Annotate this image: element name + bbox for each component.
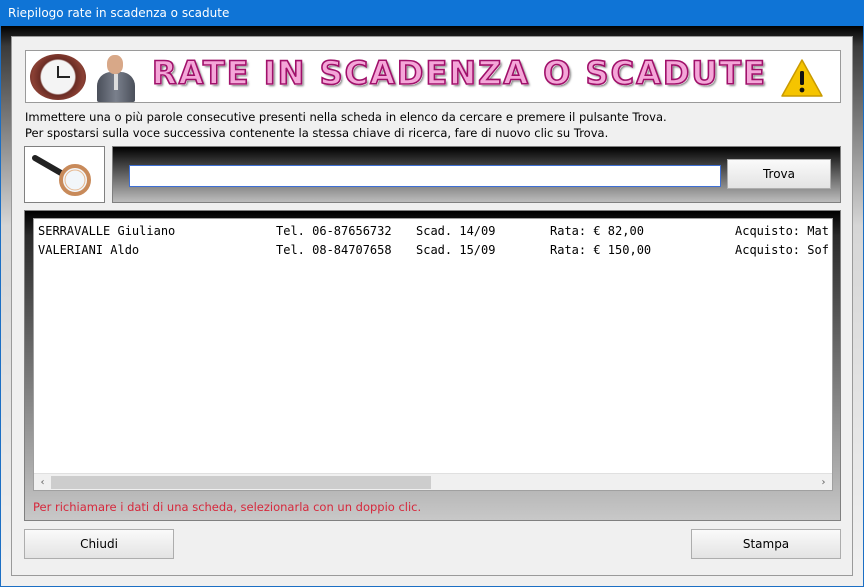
businessman-icon [94, 54, 138, 102]
search-bar: Trova [112, 146, 841, 203]
horizontal-scrollbar[interactable]: ‹ › [34, 473, 832, 490]
window-background: RATE IN SCADENZA O SCADUTE Immettere una… [1, 26, 863, 586]
results-frame: SERRAVALLE Giuliano Tel. 06-87656732 Sca… [24, 210, 841, 521]
row-rata: Rata: € 82,00 [550, 224, 644, 238]
search-input[interactable] [129, 165, 721, 187]
row-name: SERRAVALLE Giuliano [38, 224, 176, 238]
clock-icon [30, 54, 86, 100]
find-button[interactable]: Trova [727, 159, 831, 189]
list-item[interactable]: SERRAVALLE Giuliano Tel. 06-87656732 Sca… [38, 222, 829, 240]
scroll-right-icon[interactable]: › [815, 474, 832, 490]
row-scad: Scad. 14/09 [416, 224, 496, 238]
print-button[interactable]: Stampa [691, 529, 841, 559]
results-rows: SERRAVALLE Giuliano Tel. 06-87656732 Sca… [34, 219, 832, 474]
row-tel: Tel. 06-87656732 [276, 224, 392, 238]
search-icon-box [24, 146, 105, 203]
instruction-line-2: Per spostarsi sulla voce successiva cont… [25, 126, 609, 140]
magnifier-icon [32, 155, 91, 196]
instructions: Immettere una o più parole consecutive p… [25, 109, 667, 141]
warning-icon [780, 57, 824, 99]
banner-title: RATE IN SCADENZA O SCADUTE [151, 53, 768, 93]
scrollbar-thumb[interactable] [51, 476, 431, 489]
scroll-left-icon[interactable]: ‹ [34, 474, 51, 490]
list-item[interactable]: VALERIANI Aldo Tel. 08-84707658 Scad. 15… [38, 241, 829, 259]
header-banner: RATE IN SCADENZA O SCADUTE [25, 50, 841, 103]
close-button[interactable]: Chiudi [24, 529, 174, 559]
window-title: Riepilogo rate in scadenza o scadute [0, 0, 864, 26]
instruction-line-1: Immettere una o più parole consecutive p… [25, 110, 667, 124]
row-scad: Scad. 15/09 [416, 243, 496, 257]
row-name: VALERIANI Aldo [38, 243, 140, 257]
results-list[interactable]: SERRAVALLE Giuliano Tel. 06-87656732 Sca… [33, 218, 833, 491]
row-rata: Rata: € 150,00 [550, 243, 652, 257]
row-acquisto: Acquisto: Sof [735, 243, 829, 257]
row-tel: Tel. 08-84707658 [276, 243, 392, 257]
main-panel: RATE IN SCADENZA O SCADUTE Immettere una… [11, 36, 853, 576]
row-acquisto: Acquisto: Mat [735, 224, 829, 238]
double-click-hint: Per richiamare i dati di una scheda, sel… [33, 500, 422, 514]
